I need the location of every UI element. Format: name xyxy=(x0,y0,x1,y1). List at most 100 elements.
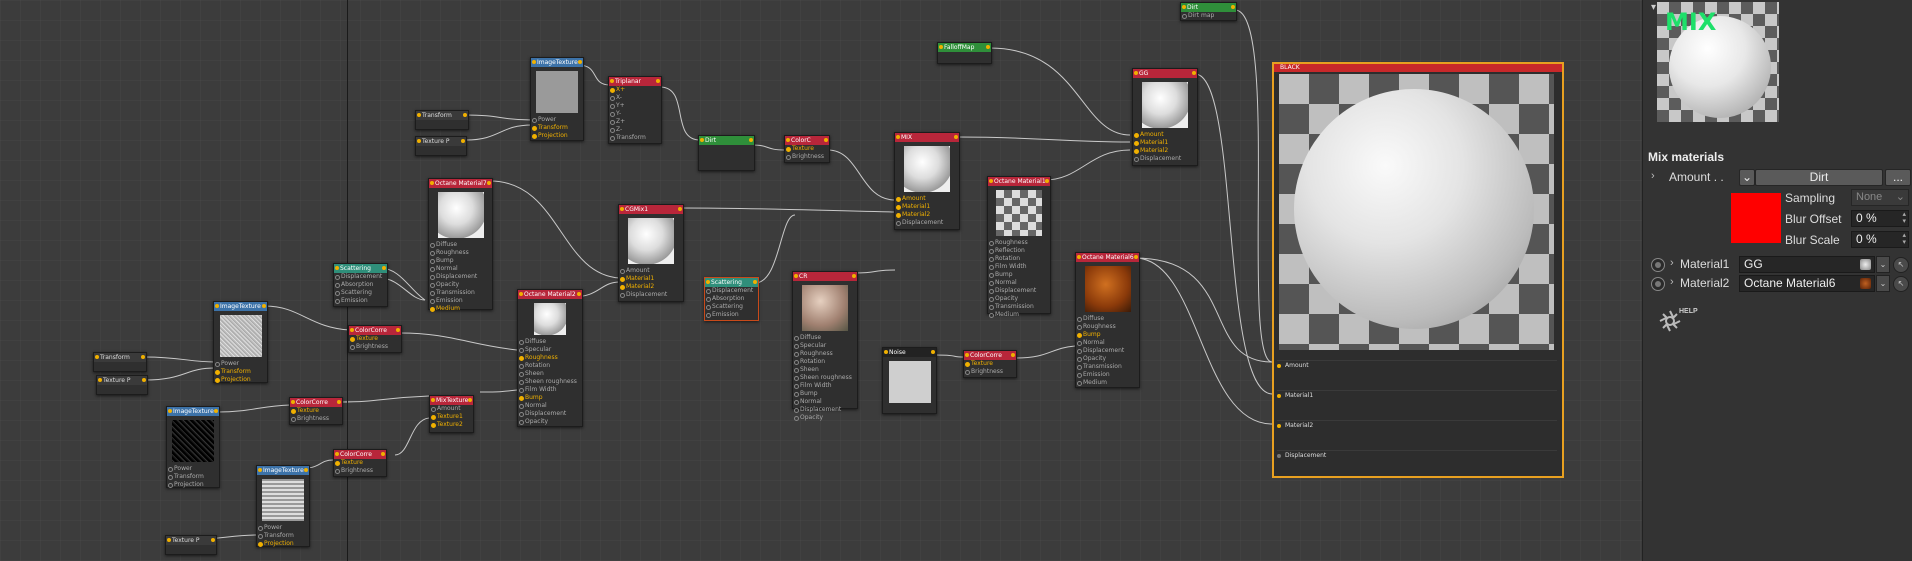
pin[interactable]: Opacity xyxy=(518,418,582,426)
pin[interactable]: Emission xyxy=(334,297,387,305)
material2-picker-icon[interactable]: ↖ xyxy=(1893,276,1909,292)
pin[interactable]: Texture xyxy=(290,407,342,415)
pin[interactable]: Texture2 xyxy=(430,421,473,429)
node-scattering-1[interactable]: Scattering Displacement Absorption Scatt… xyxy=(333,263,388,307)
node-octane-material2[interactable]: Octane Material2 Diffuse Specular Roughn… xyxy=(517,289,583,427)
pin[interactable]: Normal xyxy=(429,265,492,273)
pin[interactable]: Emission xyxy=(429,297,492,305)
pin[interactable]: Medium xyxy=(429,305,492,313)
pin[interactable]: Bump xyxy=(429,257,492,265)
pin[interactable]: Amount xyxy=(430,405,473,413)
material1-picker-icon[interactable]: ↖ xyxy=(1893,257,1909,273)
pin[interactable]: Transform xyxy=(167,473,219,481)
node-mixtexture[interactable]: MixTexture Amount Texture1 Texture2 xyxy=(429,395,474,433)
node-editor-canvas[interactable]: Dirt Dirt map Transform Texture P ImageT… xyxy=(0,0,1642,561)
pin[interactable]: Material1 xyxy=(1133,139,1197,147)
node-texture-p-2[interactable]: Texture P xyxy=(96,375,148,395)
node-header[interactable]: Triplanar xyxy=(609,77,661,86)
material1-dropdown-button[interactable]: ⌄ xyxy=(1876,256,1890,273)
node-header[interactable]: Scattering xyxy=(334,264,387,273)
pin[interactable]: Projection xyxy=(167,481,219,489)
pin[interactable]: Texture xyxy=(964,360,1016,368)
node-octane-material1[interactable]: Octane Material1 Roughness Reflection Ro… xyxy=(987,176,1051,318)
pin[interactable]: Specular xyxy=(793,342,857,350)
pin[interactable]: Bump xyxy=(793,390,857,398)
help-button[interactable]: HELP xyxy=(1657,308,1698,336)
node-colorcorre-2[interactable]: ColorCorre Texture Brightness xyxy=(289,397,343,425)
pin[interactable]: Texture xyxy=(349,335,401,343)
pin[interactable]: Diffuse xyxy=(793,334,857,342)
pin[interactable]: Amount xyxy=(1133,131,1197,139)
pin[interactable]: Power xyxy=(531,116,583,124)
material2-link-field[interactable]: Octane Material6 xyxy=(1739,275,1875,292)
node-header[interactable]: Noise xyxy=(883,348,936,357)
node-header[interactable]: ImageTexture xyxy=(214,302,267,311)
material1-link-field[interactable]: GG xyxy=(1739,256,1875,273)
pin[interactable]: Displacement xyxy=(518,410,582,418)
node-octane-material6[interactable]: Octane Material6 Diffuse Roughness Bump … xyxy=(1075,252,1140,388)
pin[interactable]: Sheen xyxy=(793,366,857,374)
node-header[interactable]: Transform xyxy=(416,111,468,120)
node-header[interactable]: CR xyxy=(793,272,857,281)
node-header[interactable]: ColorC xyxy=(785,136,829,145)
pin[interactable]: Sheen roughness xyxy=(793,374,857,382)
pin[interactable]: Brightness xyxy=(334,467,386,475)
node-gg[interactable]: GG Amount Material1 Material2 Displaceme… xyxy=(1132,68,1198,166)
pin[interactable]: Transmission xyxy=(988,303,1050,311)
pin[interactable]: Sheen roughness xyxy=(518,378,582,386)
pin[interactable]: Absorption xyxy=(334,281,387,289)
expand-chevron-icon[interactable]: › xyxy=(1670,257,1674,269)
node-header[interactable]: ColorCorre xyxy=(349,326,401,335)
collapse-arrow-icon[interactable]: ▾ xyxy=(1651,2,1656,13)
sampling-dropdown[interactable]: None ⌄ xyxy=(1851,189,1909,206)
pin[interactable]: Displacement xyxy=(334,273,387,281)
pin[interactable]: Material2 xyxy=(619,283,683,291)
node-header[interactable]: Texture P xyxy=(166,536,216,545)
pin[interactable]: Film Width xyxy=(793,382,857,390)
pin[interactable]: X+ xyxy=(609,86,661,94)
pin[interactable]: Opacity xyxy=(988,295,1050,303)
pin[interactable]: X- xyxy=(609,94,661,102)
preview-header[interactable]: BLACK xyxy=(1274,64,1562,72)
pin[interactable]: Normal xyxy=(988,279,1050,287)
blur-offset-input[interactable]: 0 % ▴ ▾ xyxy=(1851,210,1909,227)
node-header[interactable]: Dirt xyxy=(699,136,754,145)
node-imagetexture-3[interactable]: ImageTexture Power Transform Projection xyxy=(166,406,220,488)
pin[interactable]: Displacement xyxy=(429,273,492,281)
pin[interactable]: Power xyxy=(214,360,267,368)
pin[interactable]: Displacement xyxy=(988,287,1050,295)
preview-pin-displacement[interactable]: Displacement xyxy=(1277,450,1557,478)
pin[interactable]: Transform xyxy=(214,368,267,376)
pin[interactable]: Projection xyxy=(257,540,309,548)
node-header[interactable]: Transform xyxy=(94,353,146,362)
preview-node[interactable]: BLACK Amount Material1 Material2 Displac… xyxy=(1272,62,1564,478)
pin[interactable]: Sheen xyxy=(518,370,582,378)
node-header[interactable]: ColorCorre xyxy=(964,351,1016,360)
node-texture-p-3[interactable]: Texture P xyxy=(165,535,217,555)
pin[interactable]: Displacement xyxy=(1076,347,1139,355)
pin[interactable]: Roughness xyxy=(793,350,857,358)
preview-pin-material2[interactable]: Material2 xyxy=(1277,420,1557,448)
pin[interactable]: Texture1 xyxy=(430,413,473,421)
node-header[interactable]: Octane Material6 xyxy=(1076,253,1139,262)
node-colorcorre-1[interactable]: ColorCorre Texture Brightness xyxy=(348,325,402,353)
pin[interactable]: Transform xyxy=(609,134,661,142)
material2-dropdown-button[interactable]: ⌄ xyxy=(1876,275,1890,292)
pin[interactable]: Diffuse xyxy=(518,338,582,346)
pin[interactable]: Scattering xyxy=(334,289,387,297)
preview-pin-amount[interactable]: Amount xyxy=(1277,360,1557,388)
amount-more-button[interactable]: ... xyxy=(1885,169,1911,186)
pin[interactable]: Reflection xyxy=(988,247,1050,255)
pin[interactable]: Displacement xyxy=(705,287,758,295)
pin[interactable]: Rotation xyxy=(518,362,582,370)
pin[interactable]: Specular xyxy=(518,346,582,354)
pin[interactable]: Film Width xyxy=(518,386,582,394)
expand-chevron-icon[interactable]: › xyxy=(1651,170,1655,182)
pin[interactable]: Rotation xyxy=(988,255,1050,263)
pin[interactable]: Displacement xyxy=(895,219,959,227)
pin[interactable]: Material2 xyxy=(1133,147,1197,155)
node-header[interactable]: Octane Material1 xyxy=(988,177,1050,186)
node-falloffmap[interactable]: FalloffMap xyxy=(937,42,992,64)
pin[interactable]: Brightness xyxy=(349,343,401,351)
pin[interactable]: Projection xyxy=(531,132,583,140)
